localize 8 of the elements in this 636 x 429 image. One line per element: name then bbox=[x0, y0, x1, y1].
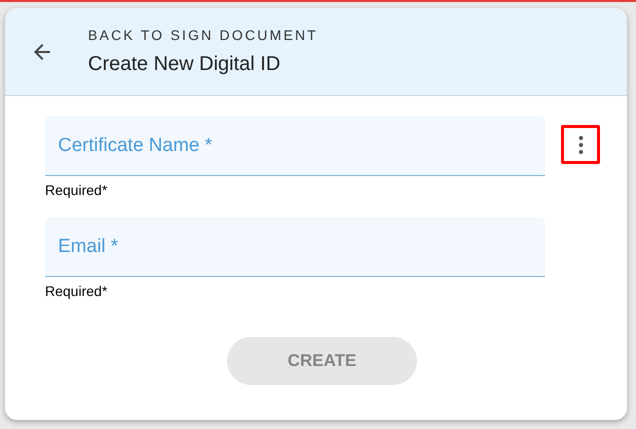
helper-text: Required* bbox=[45, 182, 108, 198]
back-link-label: BACK TO SIGN DOCUMENT bbox=[88, 27, 318, 43]
more-icon bbox=[578, 136, 582, 154]
helper-text: Required* bbox=[45, 283, 108, 299]
input-field[interactable]: Email * bbox=[45, 217, 545, 277]
more-options-button[interactable] bbox=[561, 125, 600, 164]
input-field[interactable]: Certificate Name * bbox=[45, 116, 545, 176]
dialog-title: Create New Digital ID bbox=[88, 53, 282, 76]
